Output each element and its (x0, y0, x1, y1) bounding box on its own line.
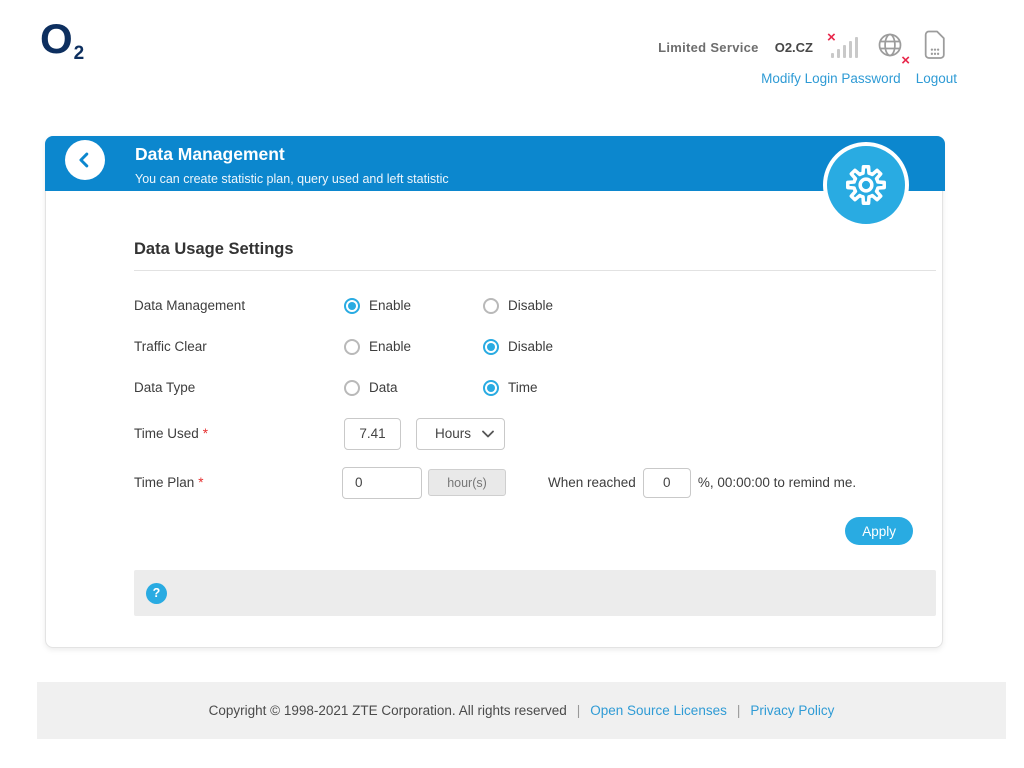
no-internet-x-icon: × (901, 53, 910, 68)
row-data-management: Data Management Enable Disable (134, 289, 936, 322)
time-plan-label: Time Plan (134, 475, 194, 490)
radio-label[interactable]: Enable (369, 298, 411, 313)
gear-badge (823, 142, 909, 228)
internet-globe-icon: × (876, 31, 904, 64)
radio-option-disable[interactable]: Disable (483, 339, 553, 355)
footer-separator: | (577, 703, 581, 718)
data-management-panel: Data Management You can create statistic… (45, 136, 943, 648)
radio-option-enable[interactable]: Enable (344, 339, 483, 355)
page-title: Data Management (135, 144, 449, 165)
radio-option-enable[interactable]: Enable (344, 298, 483, 314)
time-used-label: Time Used (134, 426, 199, 441)
time-plan-input[interactable] (342, 467, 422, 499)
radio-icon[interactable] (483, 339, 499, 355)
network-name: O2.CZ (775, 40, 813, 55)
radio-label[interactable]: Disable (508, 298, 553, 313)
row-traffic-clear: Traffic Clear Enable Disable (134, 330, 936, 363)
when-reached-label: When reached (548, 475, 636, 490)
time-unit-selected-value: Hours (435, 426, 482, 441)
radio-icon[interactable] (483, 298, 499, 314)
page-subtitle: You can create statistic plan, query use… (135, 172, 449, 186)
time-used-input[interactable] (344, 418, 401, 450)
radio-icon[interactable] (483, 380, 499, 396)
field-label: Time Plan * (134, 475, 342, 490)
radio-label[interactable]: Enable (369, 339, 411, 354)
section-heading: Data Usage Settings (134, 240, 294, 259)
privacy-policy-link[interactable]: Privacy Policy (750, 703, 834, 718)
radio-icon[interactable] (344, 298, 360, 314)
required-mark: * (203, 426, 208, 441)
reached-percent-input[interactable] (643, 468, 691, 498)
signal-strength-icon: × (831, 36, 858, 58)
row-data-type: Data Type Data Time (134, 371, 936, 404)
o2-logo-sub: 2 (74, 43, 85, 64)
chevron-down-icon (482, 430, 494, 438)
account-links-row: Modify Login Password Logout (761, 71, 957, 86)
back-button[interactable] (65, 140, 105, 180)
connection-status-row: Limited Service O2.CZ × × (658, 31, 948, 63)
section-divider (134, 270, 936, 271)
field-label: Data Management (134, 298, 344, 313)
field-label: Traffic Clear (134, 339, 344, 354)
radio-option-time[interactable]: Time (483, 380, 538, 396)
o2-logo: O2 (40, 18, 83, 69)
remind-suffix-text: %, 00:00:00 to remind me. (698, 475, 856, 490)
footer-separator: | (737, 703, 741, 718)
copyright-text: Copyright © 1998-2021 ZTE Corporation. A… (209, 703, 567, 718)
help-icon[interactable]: ? (146, 583, 167, 604)
gear-icon (843, 162, 889, 208)
radio-option-data[interactable]: Data (344, 380, 483, 396)
logout-link[interactable]: Logout (916, 71, 957, 86)
radio-icon[interactable] (344, 339, 360, 355)
time-unit-select[interactable]: Hours (416, 418, 505, 450)
radio-option-disable[interactable]: Disable (483, 298, 553, 314)
open-source-licenses-link[interactable]: Open Source Licenses (590, 703, 727, 718)
field-label: Time Used * (134, 426, 344, 441)
no-signal-x-icon: × (827, 30, 836, 45)
apply-button[interactable]: Apply (845, 517, 913, 545)
required-mark: * (198, 475, 203, 490)
radio-label[interactable]: Disable (508, 339, 553, 354)
footer: Copyright © 1998-2021 ZTE Corporation. A… (37, 682, 1006, 739)
row-time-plan: Time Plan * hour(s) When reached %, 00:00… (134, 466, 936, 499)
connection-status-text: Limited Service (658, 40, 759, 55)
panel-header: Data Management You can create statistic… (45, 136, 945, 191)
sim-card-icon (922, 30, 948, 64)
row-time-used: Time Used * Hours (134, 417, 936, 450)
panel-titles: Data Management You can create statistic… (135, 144, 449, 186)
modify-login-password-link[interactable]: Modify Login Password (761, 71, 901, 86)
o2-logo-text: O (40, 15, 73, 62)
hours-unit-button[interactable]: hour(s) (428, 469, 506, 496)
chevron-left-icon (75, 150, 95, 170)
radio-label[interactable]: Data (369, 380, 398, 395)
field-label: Data Type (134, 380, 344, 395)
radio-icon[interactable] (344, 380, 360, 396)
radio-label[interactable]: Time (508, 380, 538, 395)
help-bar: ? (134, 570, 936, 616)
